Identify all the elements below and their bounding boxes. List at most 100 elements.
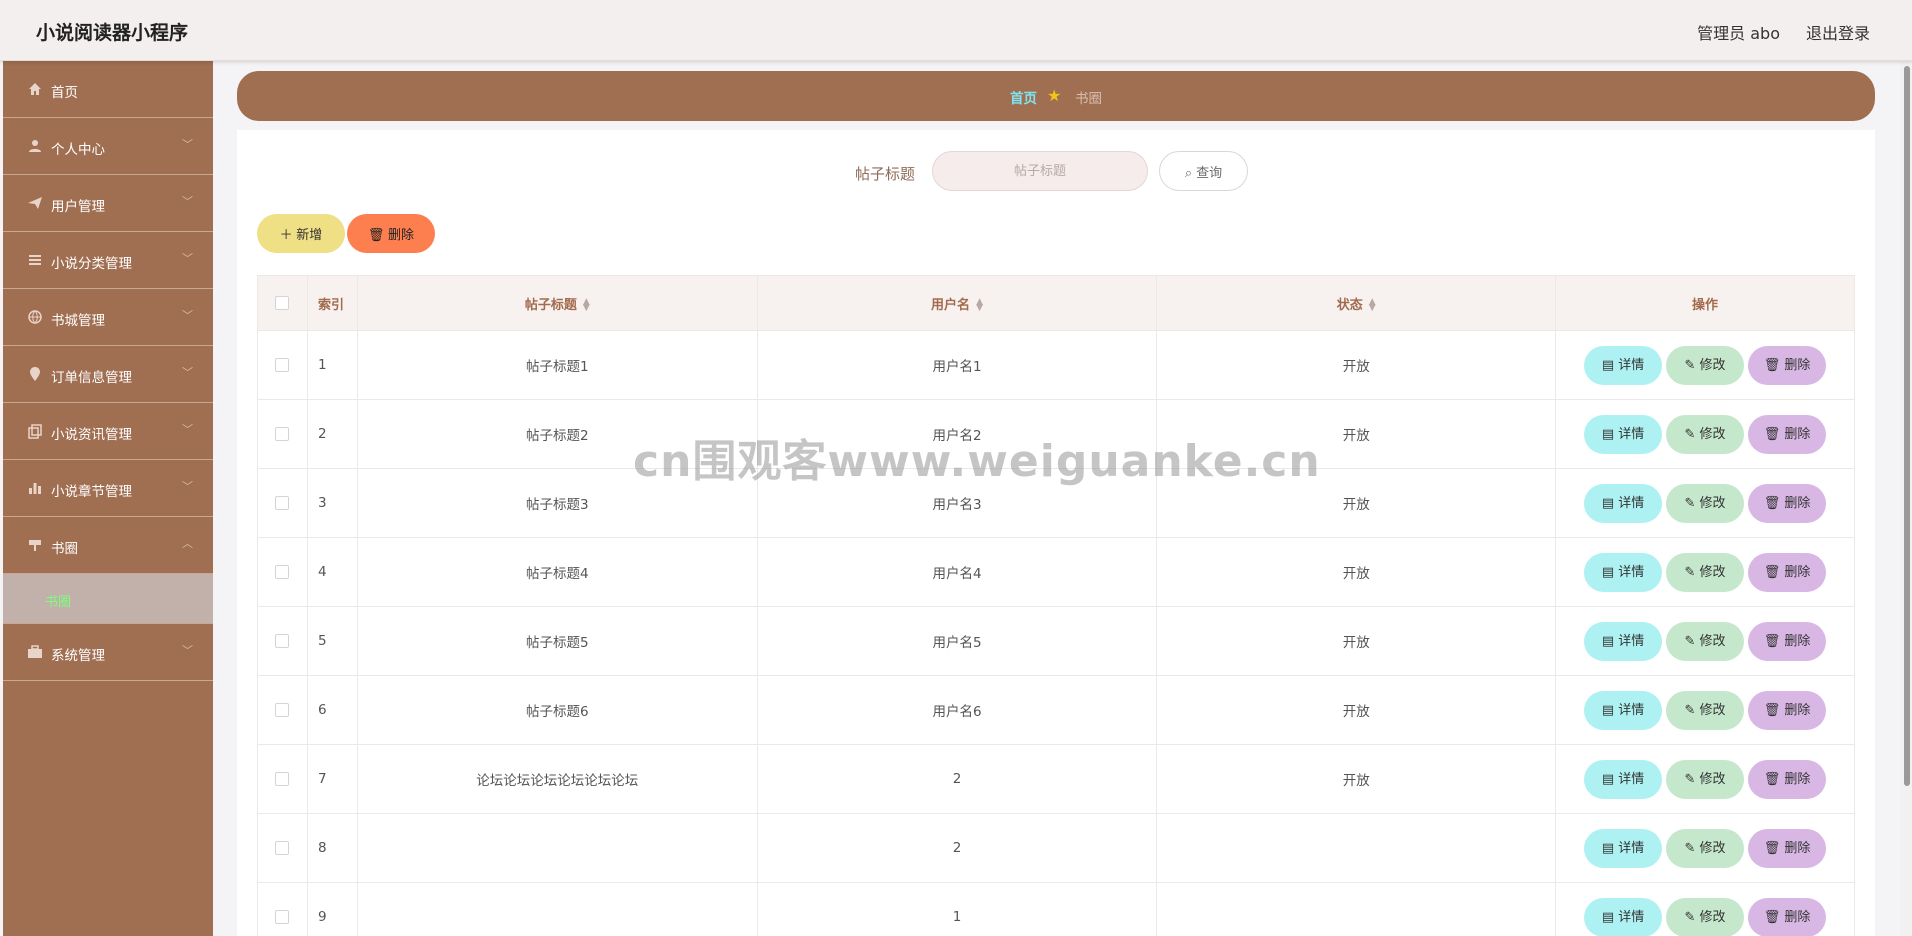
delete-button[interactable]: 🗑 删除: [1748, 897, 1827, 936]
detail-button[interactable]: ▤ 详情: [1584, 828, 1663, 868]
detail-button-label: 详情: [1618, 840, 1645, 856]
row-status: 开放: [1156, 330, 1557, 400]
row-status: 开放: [1156, 744, 1557, 814]
edit-button[interactable]: ✎ 修改: [1666, 345, 1745, 385]
header-ops: 操作: [1555, 275, 1855, 331]
delete-button[interactable]: 🗑 删除: [1748, 414, 1827, 454]
sidebar-item-label: 订单信息管理: [51, 370, 132, 386]
edit-button[interactable]: ✎ 修改: [1666, 759, 1745, 799]
row-username: 1: [757, 882, 1158, 936]
row-checkbox[interactable]: [275, 358, 290, 372]
sidebar-item-bookcircle[interactable]: 书圈 ︿: [3, 517, 213, 574]
header-username[interactable]: 用户名 ▲ ▼: [757, 275, 1158, 331]
detail-button[interactable]: ▤ 详情: [1584, 759, 1663, 799]
send-icon: [28, 197, 42, 209]
sidebar-item-label: 书城管理: [51, 313, 105, 329]
row-checkbox[interactable]: [275, 427, 290, 441]
row-checkbox[interactable]: [275, 565, 290, 579]
sidebar-item-home[interactable]: 首页: [3, 61, 213, 118]
document-icon: ▤: [1601, 771, 1619, 787]
sidebar-item-orders[interactable]: 订单信息管理 ﹀: [3, 346, 213, 403]
row-checkbox[interactable]: [275, 634, 290, 648]
row-index: 4: [307, 537, 358, 607]
row-checkbox[interactable]: [275, 496, 290, 510]
detail-button[interactable]: ▤ 详情: [1584, 897, 1663, 936]
trash-icon: 🗑: [1763, 909, 1785, 925]
row-index: 6: [307, 675, 358, 745]
delete-button[interactable]: 🗑 删除: [1748, 345, 1827, 385]
pencil-icon: ✎: [1684, 495, 1700, 511]
detail-button-label: 详情: [1618, 909, 1645, 925]
row-title: 帖子标题4: [357, 537, 758, 607]
edit-button-label: 修改: [1699, 564, 1726, 580]
detail-button[interactable]: ▤ 详情: [1584, 414, 1663, 454]
edit-button-label: 修改: [1699, 426, 1726, 442]
detail-button[interactable]: ▤ 详情: [1584, 345, 1663, 385]
delete-button[interactable]: 🗑 删除: [1748, 690, 1827, 730]
batch-delete-button[interactable]: 🗑 删除: [347, 214, 435, 253]
row-checkbox[interactable]: [275, 703, 290, 717]
edit-button[interactable]: ✎ 修改: [1666, 621, 1745, 661]
globe-icon: [28, 310, 42, 324]
detail-button[interactable]: ▤ 详情: [1584, 552, 1663, 592]
sort-icon[interactable]: ▲ ▼: [976, 298, 983, 313]
header-title-label: 帖子标题: [524, 297, 577, 313]
edit-button[interactable]: ✎ 修改: [1666, 483, 1745, 523]
trash-icon: 🗑: [1763, 633, 1785, 649]
app-title: 小说阅读器小程序: [36, 22, 189, 44]
detail-button-label: 详情: [1618, 771, 1645, 787]
chevron-down-icon: ﹀: [182, 423, 193, 436]
row-ops: ▤ 详情 ✎ 修改 🗑 删除: [1555, 675, 1855, 745]
trash-icon: 🗑: [1763, 702, 1785, 718]
sidebar-item-label: 小说章节管理: [51, 484, 132, 500]
sidebar-subitem-bookcircle[interactable]: 书圈: [3, 574, 213, 624]
select-all-checkbox[interactable]: [275, 296, 290, 310]
row-status: [1156, 813, 1557, 883]
edit-button[interactable]: ✎ 修改: [1666, 414, 1745, 454]
table-body: 1 帖子标题1 用户名1 开放 ▤ 详情 ✎ 修改 🗑 删除 2 帖子标题2 用户名2 开放 ▤ 详情…: [257, 330, 1855, 936]
row-checkbox[interactable]: [275, 841, 290, 855]
breadcrumb-home-link[interactable]: 首页: [1010, 87, 1037, 107]
edit-button[interactable]: ✎ 修改: [1666, 690, 1745, 730]
row-checkbox[interactable]: [275, 772, 290, 786]
table-row: 6 帖子标题6 用户名6 开放 ▤ 详情 ✎ 修改 🗑 删除: [257, 675, 1855, 745]
search-input[interactable]: [932, 151, 1148, 191]
header-status[interactable]: 状态 ▲ ▼: [1156, 275, 1557, 331]
chevron-down-icon: ﹀: [182, 480, 193, 493]
home-icon: [29, 83, 41, 95]
delete-button[interactable]: 🗑 删除: [1748, 552, 1827, 592]
row-username: 2: [757, 744, 1158, 814]
row-title: [357, 813, 758, 883]
logout-link[interactable]: 退出登录: [1806, 20, 1870, 44]
sidebar-item-system[interactable]: 系统管理 ﹀: [3, 624, 213, 681]
query-button[interactable]: ⌕ 查询: [1159, 151, 1248, 191]
add-button[interactable]: ＋ 新增: [257, 214, 345, 253]
document-icon: ▤: [1601, 564, 1619, 580]
row-checkbox[interactable]: [275, 910, 290, 924]
delete-button[interactable]: 🗑 删除: [1748, 828, 1827, 868]
edit-button[interactable]: ✎ 修改: [1666, 552, 1745, 592]
sidebar-item-bookstore[interactable]: 书城管理 ﹀: [3, 289, 213, 346]
row-index: 3: [307, 468, 358, 538]
sidebar-item-personal[interactable]: 个人中心 ﹀: [3, 118, 213, 175]
delete-button[interactable]: 🗑 删除: [1748, 621, 1827, 661]
detail-button[interactable]: ▤ 详情: [1584, 690, 1663, 730]
delete-button[interactable]: 🗑 删除: [1748, 483, 1827, 523]
sidebar-item-users[interactable]: 用户管理 ﹀: [3, 175, 213, 232]
detail-button[interactable]: ▤ 详情: [1584, 483, 1663, 523]
row-status: 开放: [1156, 537, 1557, 607]
search-icon: ⌕: [1184, 164, 1193, 180]
scrollbar-thumb[interactable]: [1904, 66, 1910, 786]
add-button-label: 新增: [296, 227, 323, 242]
edit-button[interactable]: ✎ 修改: [1666, 828, 1745, 868]
header-title[interactable]: 帖子标题 ▲ ▼: [357, 275, 758, 331]
delete-button[interactable]: 🗑 删除: [1748, 759, 1827, 799]
sidebar-item-news[interactable]: 小说资讯管理 ﹀: [3, 403, 213, 460]
edit-button-label: 修改: [1699, 840, 1726, 856]
edit-button[interactable]: ✎ 修改: [1666, 897, 1745, 936]
sidebar-item-chapters[interactable]: 小说章节管理 ﹀: [3, 460, 213, 517]
sort-icon[interactable]: ▲ ▼: [1369, 298, 1376, 313]
sort-icon[interactable]: ▲ ▼: [583, 298, 590, 313]
sidebar-item-category[interactable]: 小说分类管理 ﹀: [3, 232, 213, 289]
detail-button[interactable]: ▤ 详情: [1584, 621, 1663, 661]
